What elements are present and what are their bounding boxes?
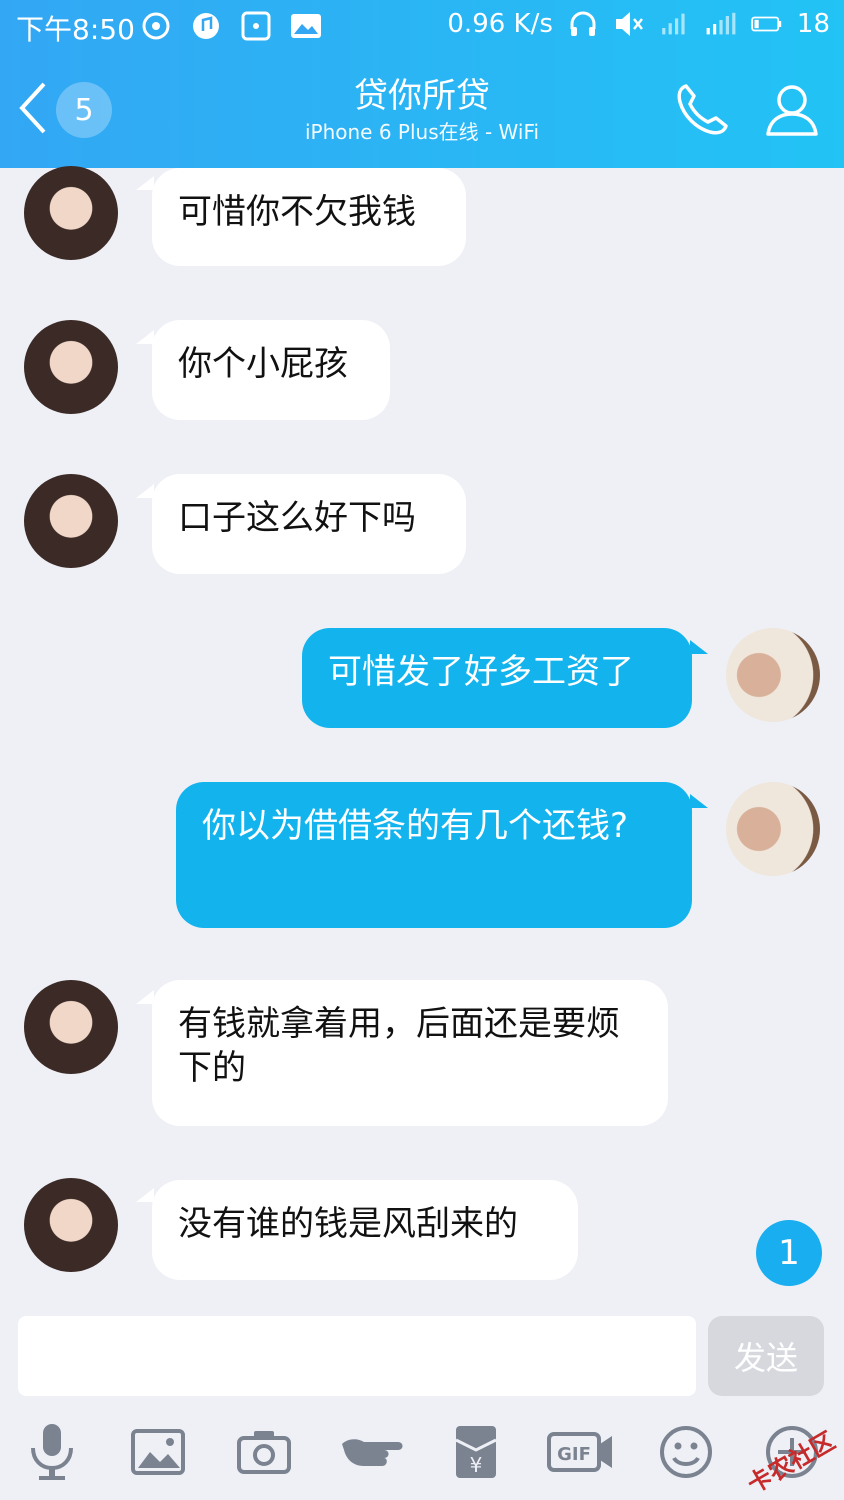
profile-icon[interactable] [762,80,822,140]
phone-icon[interactable] [672,80,732,140]
hotspot-icon [240,10,272,42]
network-speed: 0.96 K/s [447,9,553,39]
status-icons-left [140,10,322,42]
status-bar: 下午8:50 0.96 K/s 18 [0,0,844,52]
contact-avatar[interactable] [24,320,118,414]
chat-title: 贷你所贷 [354,76,490,116]
bubble-tail [136,990,154,1004]
bubble-tail [136,484,154,498]
new-message-badge[interactable]: 1 [756,1220,822,1286]
netease-music-icon [140,10,172,42]
mute-icon [613,8,645,40]
back-button[interactable]: 5 [14,80,124,140]
message-bubble-in[interactable]: 可惜你不欠我钱 [152,168,466,266]
camera-icon[interactable] [232,1420,296,1484]
contact-avatar[interactable] [24,1178,118,1272]
message-bubble-in[interactable]: 你个小屁孩 [152,320,390,420]
send-button[interactable]: 发送 [708,1316,824,1396]
music-note-icon [190,10,222,42]
nav-actions [672,80,822,140]
chevron-left-icon [14,80,50,140]
gif-icon[interactable]: GIF [546,1420,616,1484]
contact-avatar[interactable] [24,166,118,260]
bubble-tail [136,330,154,344]
bubble-tail [690,640,708,654]
poke-icon[interactable] [338,1420,408,1484]
message-bubble-in[interactable]: 口子这么好下吗 [152,474,466,574]
gif-label: GIF [557,1444,591,1465]
my-avatar[interactable] [726,628,820,722]
microphone-icon[interactable] [20,1420,84,1484]
headphones-icon [567,8,599,40]
red-packet-icon[interactable]: ¥ [444,1420,508,1484]
message-bubble-in[interactable]: 没有谁的钱是风刮来的 [152,1180,578,1280]
bubble-tail [136,176,154,190]
image-icon[interactable] [126,1420,190,1484]
chat-title-block[interactable]: 贷你所贷 iPhone 6 Plus在线 - WiFi [200,74,644,146]
contact-avatar[interactable] [24,474,118,568]
message-bubble-out[interactable]: 可惜发了好多工资了 [302,628,692,728]
signal-icon [705,8,737,40]
chat-nav-bar: 5 贷你所贷 iPhone 6 Plus在线 - WiFi [0,52,844,168]
signal-4g-icon [659,8,691,40]
emoji-icon[interactable] [654,1420,718,1484]
battery-icon [751,8,783,40]
chat-subtitle: iPhone 6 Plus在线 - WiFi [304,120,540,144]
image-notification-icon [290,10,322,42]
contact-avatar[interactable] [24,980,118,1074]
message-input[interactable] [18,1316,696,1396]
bubble-tail [690,794,708,808]
message-bubble-in[interactable]: 有钱就拿着用，后面还是要烦下的 [152,980,668,1126]
status-time: 下午8:50 [16,13,135,46]
svg-text:¥: ¥ [470,1453,483,1477]
header: 下午8:50 0.96 K/s 18 5 贷你所贷 iPhone 6 Plus在… [0,0,844,168]
my-avatar[interactable] [726,782,820,876]
input-toolbar: ¥ GIF [0,1412,844,1500]
battery-level: 18 [796,9,830,39]
message-bubble-out[interactable]: 你以为借借条的有几个还钱? [176,782,692,928]
status-icons-right: 0.96 K/s 18 [447,8,830,40]
bubble-tail [136,1188,154,1202]
unread-count-badge: 5 [56,82,112,138]
